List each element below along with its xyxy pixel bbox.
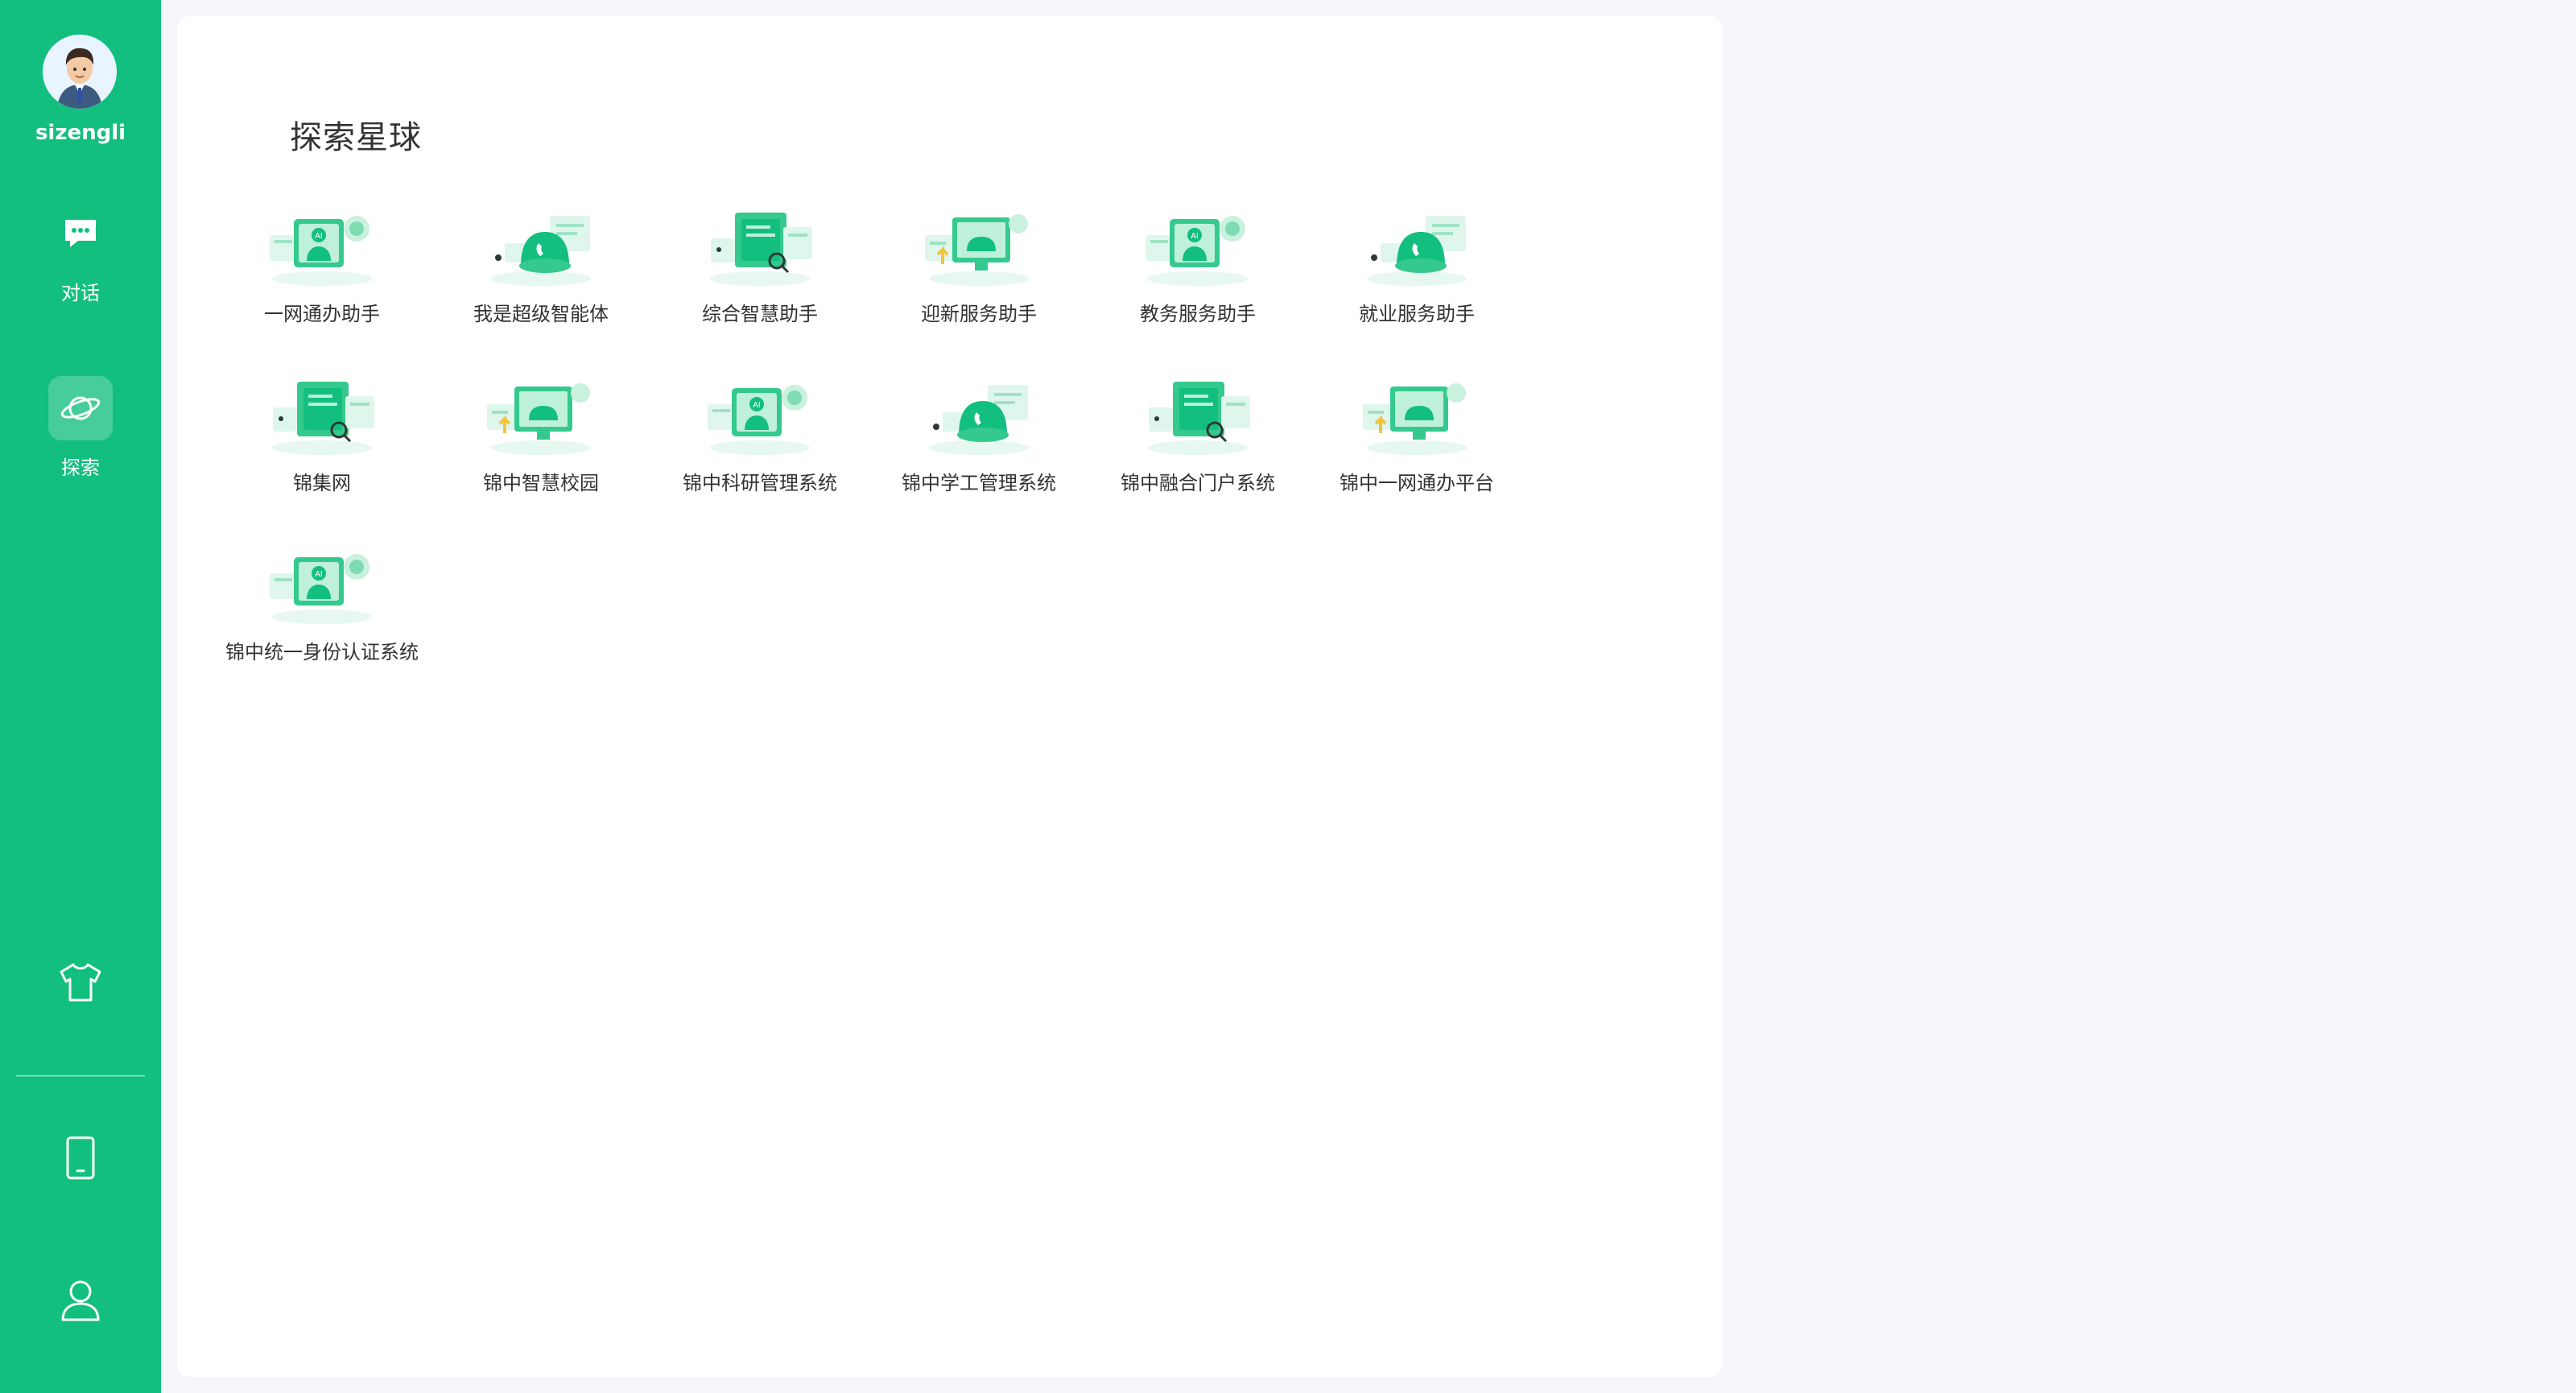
app-illustration-icon (272, 382, 374, 455)
svg-text:AI: AI (315, 570, 322, 579)
app-card-label: 锦中科研管理系统 (683, 472, 837, 494)
app-card-label: 锦中融合门户系统 (1121, 472, 1275, 494)
app-card[interactable]: AI 锦中科研管理系统 (647, 377, 840, 498)
app-illustration-icon: AI (270, 216, 372, 286)
app-card[interactable]: 锦中一网通办平台 (1304, 377, 1497, 498)
avatar[interactable] (43, 35, 117, 109)
app-card[interactable]: 锦集网 (209, 377, 402, 498)
app-illustration-icon (710, 213, 812, 286)
app-illustration-icon (1363, 383, 1467, 455)
svg-text:AI: AI (753, 401, 760, 410)
app-card[interactable]: AI 锦中统一身份认证系统 (209, 546, 419, 667)
skin-button[interactable] (48, 950, 113, 1015)
svg-text:AI: AI (1191, 232, 1198, 241)
mobile-icon (66, 1136, 95, 1180)
app-illustration-icon: AI (270, 554, 372, 624)
page-title: 探索星球 (290, 119, 422, 156)
app-grid: AI 一网通办助手 我是超级智能体 综合智慧助手 迎新服务助手 AI 教务服务助手 就业服务助… (209, 208, 1699, 667)
app-card[interactable]: 就业服务助手 (1304, 208, 1497, 329)
app-card[interactable]: AI 一网通办助手 (209, 208, 402, 329)
app-card-label: 我是超级智能体 (473, 303, 609, 325)
sidebar: sizengli 对话 探索 (0, 0, 161, 1393)
app-card-label: 综合智慧助手 (702, 303, 818, 325)
planet-icon (60, 396, 101, 420)
svg-text:AI: AI (315, 232, 322, 241)
nav-item-explore[interactable]: 探索 (0, 376, 161, 489)
app-card[interactable]: 综合智慧助手 (647, 208, 840, 329)
app-card[interactable]: AI 教务服务助手 (1085, 208, 1278, 329)
app-illustration-icon (929, 385, 1029, 455)
app-illustration-icon (925, 214, 1029, 286)
profile-button[interactable] (48, 1268, 113, 1333)
app-card-label: 迎新服务助手 (921, 303, 1037, 325)
app-illustration-icon (487, 383, 591, 455)
app-illustration-icon (1367, 216, 1467, 286)
app-card-label: 锦集网 (293, 472, 351, 494)
app-card-label: 锦中智慧校园 (483, 472, 599, 494)
app-illustration-icon: AI (708, 385, 810, 455)
app-card[interactable]: 锦中学工管理系统 (866, 377, 1059, 498)
main-panel: 探索星球 AI 一网通办助手 我是超级智能体 综合智慧助手 迎新服务助手 AI 教务服务助手… (177, 16, 1723, 1377)
avatar-icon (43, 35, 117, 109)
app-card-label: 锦中统一身份认证系统 (225, 641, 419, 663)
sidebar-divider (16, 1075, 145, 1077)
app-card-label: 教务服务助手 (1140, 303, 1256, 325)
app-card[interactable]: 迎新服务助手 (866, 208, 1059, 329)
nav-label-chat: 对话 (61, 282, 100, 304)
app-card-label: 锦中学工管理系统 (902, 472, 1056, 494)
app-illustration-icon: AI (1146, 216, 1248, 286)
app-card[interactable]: 锦中融合门户系统 (1085, 377, 1278, 498)
app-card[interactable]: 我是超级智能体 (428, 208, 621, 329)
app-illustration-icon (491, 216, 591, 286)
app-card-label: 锦中一网通办平台 (1340, 472, 1494, 494)
tshirt-icon (60, 963, 101, 1002)
app-card-label: 一网通办助手 (264, 303, 380, 325)
app-card-label: 就业服务助手 (1359, 303, 1475, 325)
username: sizengli (35, 121, 126, 145)
app-illustration-icon (1148, 382, 1250, 455)
mobile-button[interactable] (48, 1126, 113, 1190)
chat-icon (65, 220, 96, 247)
app-card[interactable]: 锦中智慧校园 (428, 377, 621, 498)
user-icon (61, 1280, 100, 1321)
nav-label-explore: 探索 (61, 457, 100, 479)
nav-item-chat[interactable]: 对话 (0, 201, 161, 314)
